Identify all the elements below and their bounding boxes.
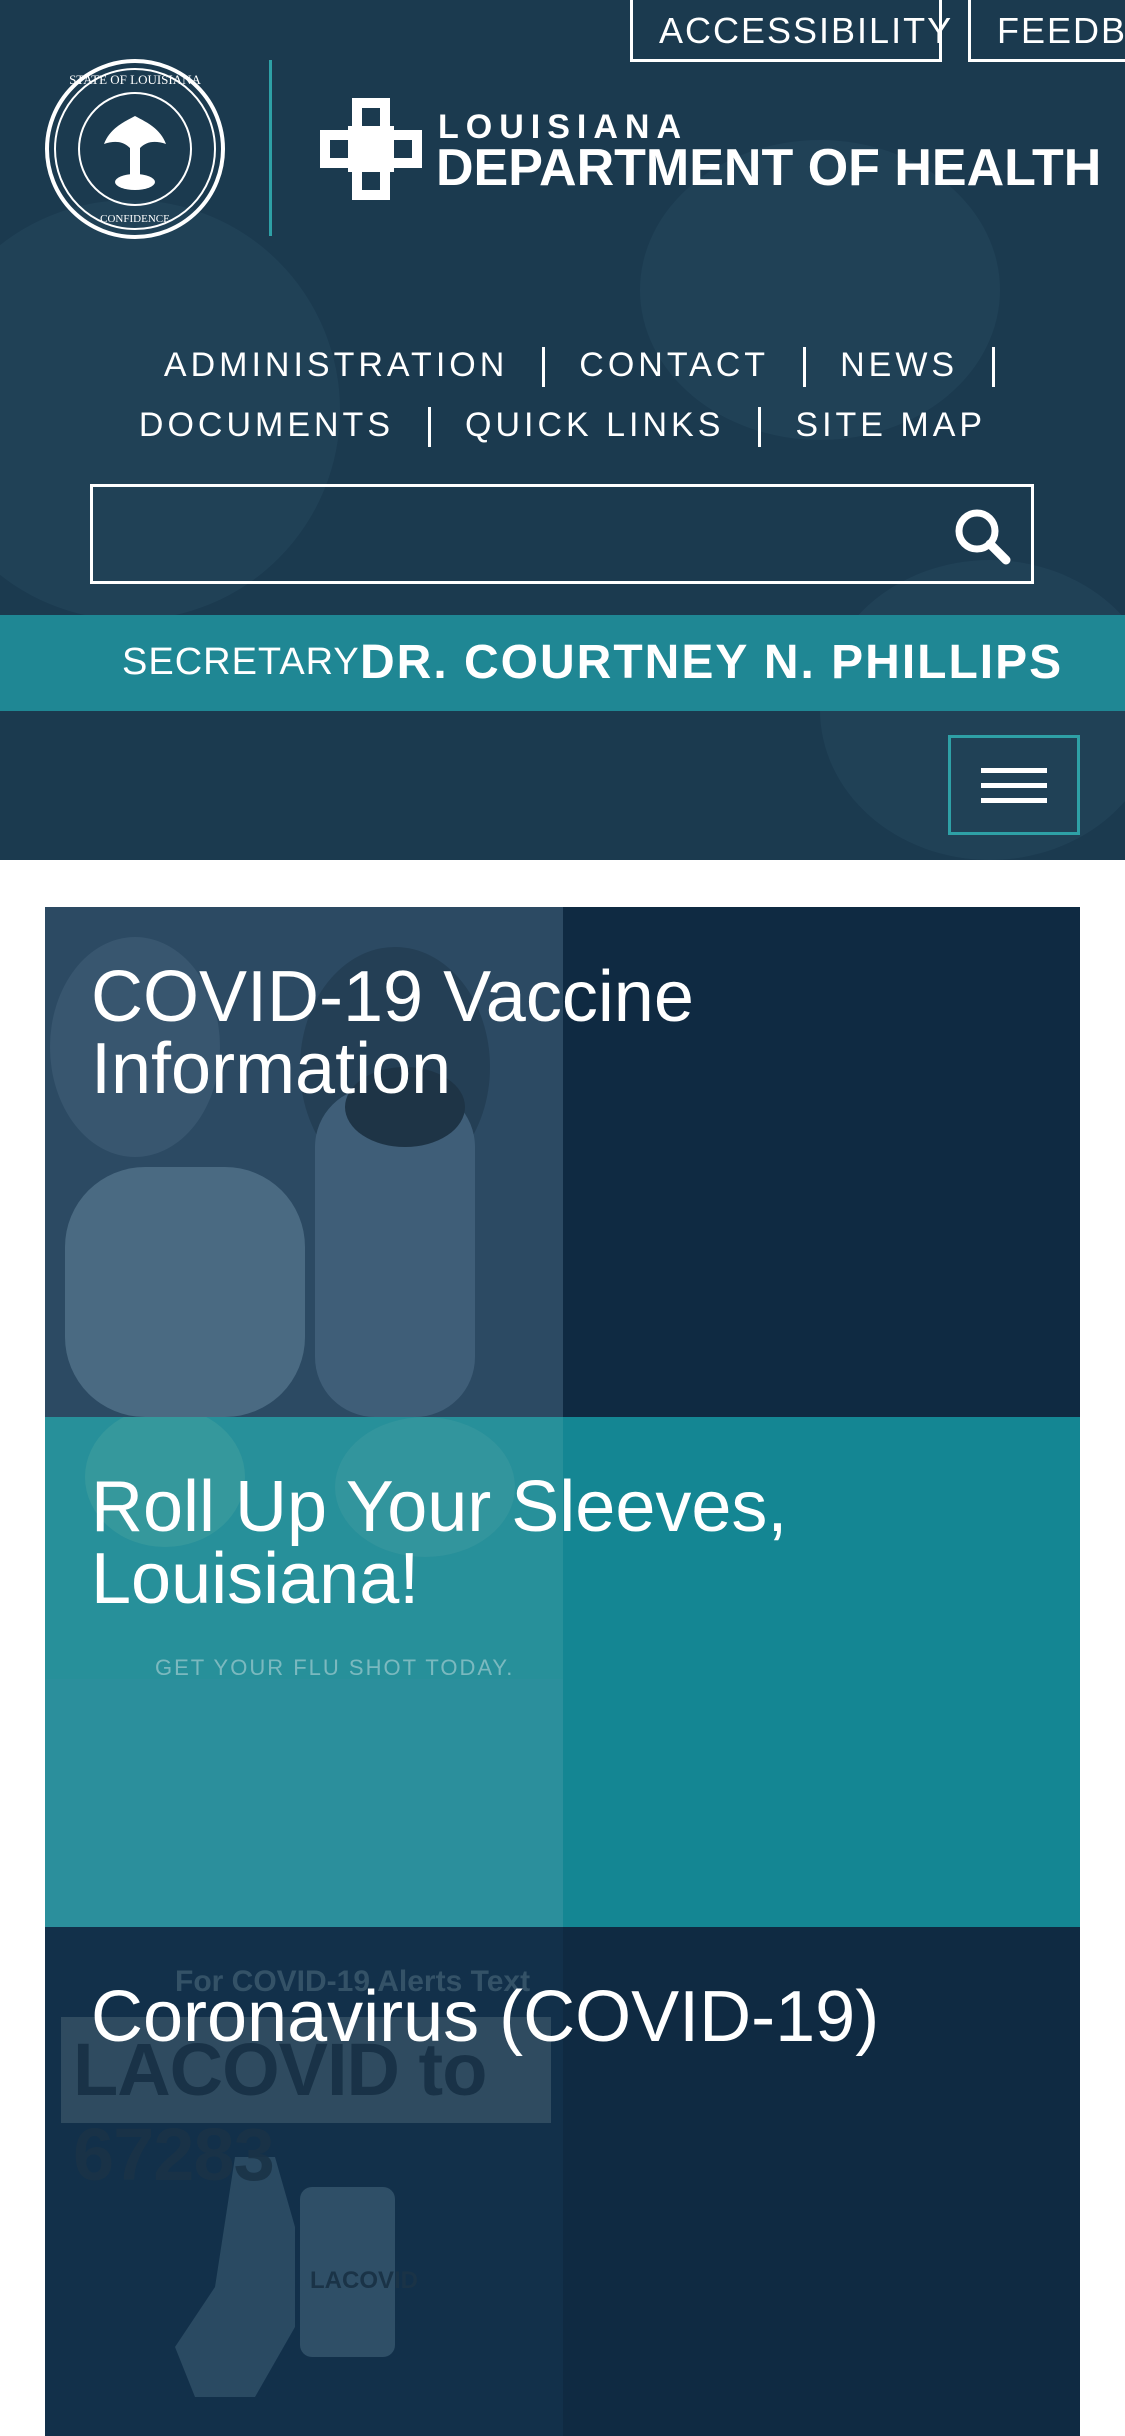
nav-item-news[interactable]: NEWS [806, 346, 992, 385]
accessibility-button[interactable]: ACCESSIBILITY [630, 0, 951, 62]
secretary-name[interactable]: DR. COURTNEY N. PHILLIPS [360, 635, 1063, 690]
nav-item-administration[interactable]: ADMINISTRATION [130, 346, 542, 385]
search-input[interactable] [103, 497, 927, 573]
search-icon[interactable] [953, 507, 1011, 565]
nav-separator [992, 347, 996, 388]
card-title[interactable]: Roll Up Your Sleeves, Louisiana! [91, 1471, 1031, 1615]
card-coronavirus[interactable]: For COVID-19 Alerts Text LACOVID to 6728… [45, 1927, 1080, 2436]
hamburger-menu-button[interactable] [948, 735, 1080, 835]
card-covid-vaccine[interactable]: COVID-19 Vaccine Information [45, 907, 1080, 1417]
nav-item-quick-links[interactable]: QUICK LINKS [431, 406, 758, 445]
secretary-banner: SECRETARY DR. COURTNEY N. PHILLIPS [0, 615, 1125, 711]
health-cross-icon[interactable] [318, 96, 424, 202]
logo-divider [269, 60, 272, 236]
logo-department-text[interactable]: DEPARTMENT OF HEALTH [436, 138, 1101, 198]
secretary-label: SECRETARY [122, 641, 360, 683]
main-nav-row-2: DOCUMENTS QUICK LINKS SITE MAP [0, 406, 1125, 448]
main-nav-row-1: ADMINISTRATION CONTACT NEWS [0, 346, 1125, 388]
search-box [90, 484, 1034, 584]
site-header: ACCESSIBILITY FEEDBACK STATE OF LOUISIAN… [0, 0, 1125, 860]
poster-caption: GET YOUR FLU SHOT TODAY. [155, 1655, 515, 1680]
svg-text:CONFIDENCE: CONFIDENCE [100, 213, 170, 225]
poster-phone-label: LACOVID [310, 2267, 418, 2294]
card-title[interactable]: COVID-19 Vaccine Information [91, 961, 1031, 1105]
card-roll-up-sleeves[interactable]: GET YOUR FLU SHOT TODAY. Roll Up Your Sl… [45, 1417, 1080, 1927]
nav-item-site-map[interactable]: SITE MAP [761, 406, 1020, 445]
feedback-button[interactable]: FEEDBACK [968, 0, 1125, 62]
svg-text:STATE OF LOUISIANA: STATE OF LOUISIANA [69, 72, 201, 87]
nav-item-contact[interactable]: CONTACT [545, 346, 803, 385]
hamburger-menu-icon [981, 768, 1047, 803]
state-seal-icon[interactable]: STATE OF LOUISIANA CONFIDENCE [44, 58, 226, 240]
card-title[interactable]: Coronavirus (COVID-19) [91, 1981, 1031, 2053]
nav-item-documents[interactable]: DOCUMENTS [105, 406, 428, 445]
